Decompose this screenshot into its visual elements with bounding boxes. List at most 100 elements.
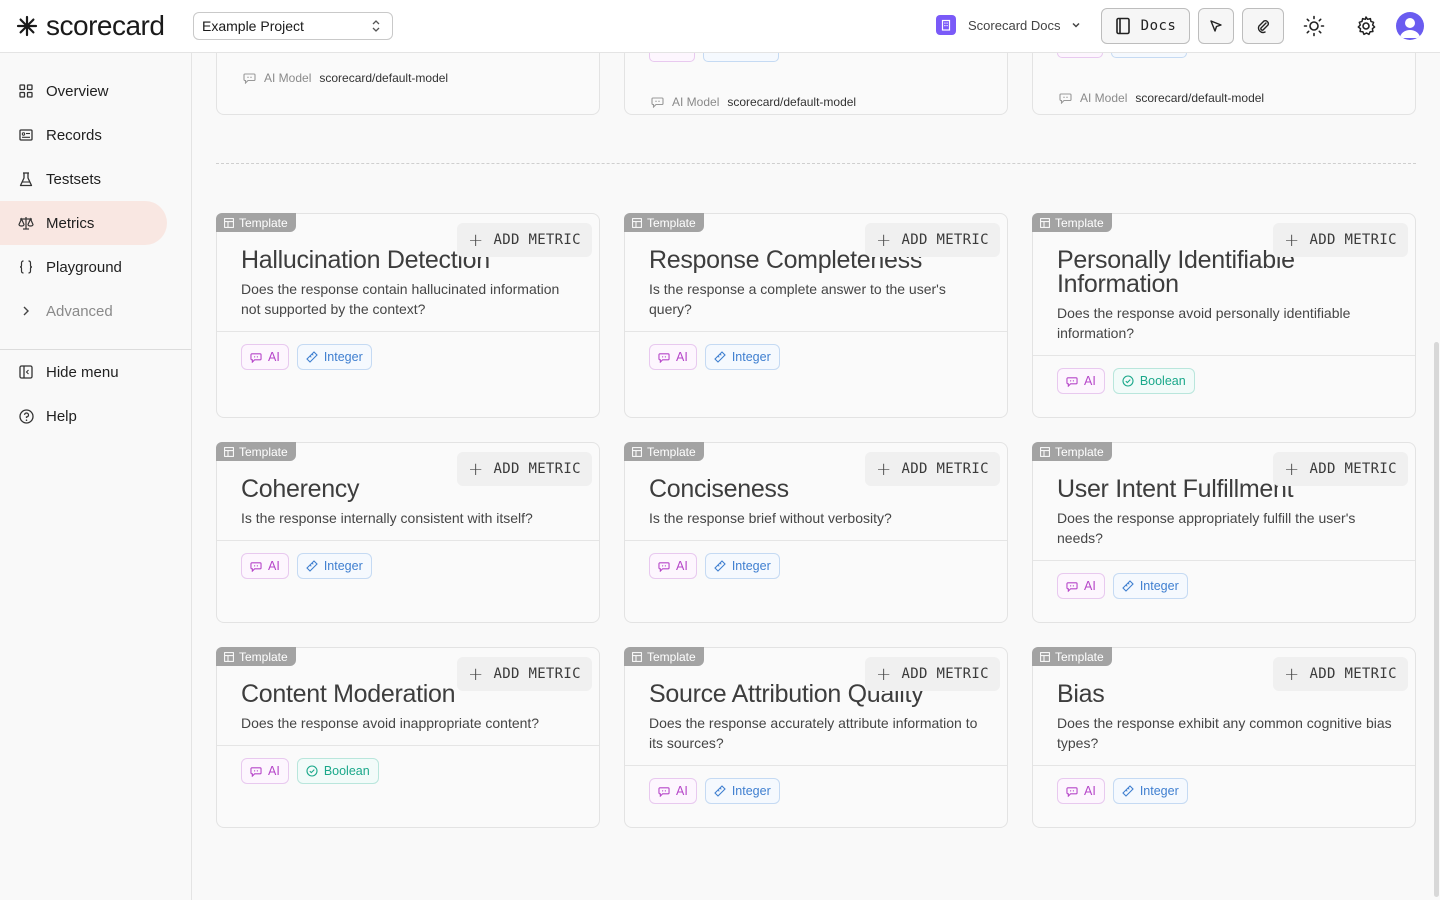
ai-badge-label: AI	[1084, 374, 1096, 388]
template-tag: Template	[216, 647, 296, 666]
add-metric-button[interactable]: + ADD METRIC	[865, 657, 1000, 691]
chevron-updown-icon	[372, 20, 380, 32]
sidebar: Overview Records Testsets Metrics Playgr…	[0, 53, 192, 900]
add-metric-button[interactable]: + ADD METRIC	[1273, 223, 1408, 257]
metric-template-card[interactable]: Template Coherency + ADD METRIC Is the re…	[216, 442, 600, 623]
ai-badge: AI	[1057, 573, 1105, 599]
bot-icon	[250, 766, 262, 777]
card-divider	[625, 331, 1007, 332]
metric-title: Content Moderation	[241, 680, 456, 708]
add-metric-button[interactable]: + ADD METRIC	[457, 657, 592, 691]
integer-badge-partial	[1111, 53, 1187, 58]
metric-badges: AI Integer	[241, 344, 380, 370]
ai-model-value: scorecard/default-model	[727, 95, 857, 109]
ai-model-row: AI Model scorecard/default-model	[651, 95, 856, 109]
type-badge-label: Integer	[323, 350, 363, 364]
template-tag: Template	[216, 442, 296, 461]
metric-badges: AI Boolean	[1057, 368, 1203, 394]
logo[interactable]: scorecard	[16, 10, 165, 41]
add-metric-button[interactable]: + ADD METRIC	[865, 223, 1000, 257]
integer-badge: Integer	[1112, 778, 1188, 804]
bot-icon	[250, 561, 262, 572]
cursor-button[interactable]	[1198, 8, 1234, 44]
ai-badge-label: AI	[268, 350, 280, 364]
metric-template-card[interactable]: Template Bias + ADD METRIC Does the respo…	[1032, 647, 1416, 828]
integer-badge-partial	[703, 53, 779, 62]
card-divider	[1033, 355, 1415, 356]
project-select[interactable]: Example Project	[193, 12, 393, 40]
metric-badges: AI Integer	[649, 344, 788, 370]
card-divider	[217, 745, 599, 746]
ai-model-label: AI Model	[264, 71, 312, 85]
template-tag: Template	[1032, 213, 1112, 232]
help-button[interactable]: Help	[0, 394, 167, 438]
book-icon	[1115, 17, 1130, 35]
template-label: Template	[239, 444, 288, 459]
add-metric-label: ADD METRIC	[901, 666, 989, 682]
card-divider	[625, 765, 1007, 766]
sidebar-item-records[interactable]: Records	[0, 113, 167, 157]
plus-icon: +	[1284, 229, 1300, 251]
metric-template-card[interactable]: Template Source Attribution Quality + ADD…	[624, 647, 1008, 828]
type-badge-label: Boolean	[323, 764, 370, 778]
metric-card-scrolled[interactable]: AI Model scorecard/default-model	[624, 53, 1008, 115]
help-icon	[18, 408, 34, 424]
theme-toggle[interactable]	[1302, 14, 1326, 38]
metric-card-scrolled[interactable]: AI Model scorecard/default-model	[1032, 53, 1416, 115]
template-tag: Template	[1032, 647, 1112, 666]
add-metric-label: ADD METRIC	[1309, 666, 1397, 682]
metric-description: Does the response avoid inappropriate co…	[241, 715, 540, 731]
plus-icon: +	[468, 458, 484, 480]
card-divider	[625, 540, 1007, 541]
attach-button[interactable]	[1242, 8, 1284, 44]
metric-description: Is the response brief without verbosity?	[649, 510, 892, 526]
user-avatar[interactable]	[1396, 12, 1424, 40]
gear-icon	[1357, 16, 1376, 36]
scrollbar-thumb[interactable]	[1434, 342, 1439, 897]
metric-description: Does the response contain hallucinated i…	[241, 281, 560, 317]
metric-badges: AI Integer	[649, 778, 788, 804]
add-metric-label: ADD METRIC	[901, 232, 989, 248]
add-metric-label: ADD METRIC	[493, 232, 581, 248]
sidebar-item-label: Overview	[46, 82, 109, 100]
plus-icon: +	[876, 229, 892, 251]
plus-icon: +	[468, 663, 484, 685]
template-icon	[1040, 446, 1050, 457]
settings-button[interactable]	[1354, 14, 1378, 38]
add-metric-button[interactable]: + ADD METRIC	[457, 223, 592, 257]
metric-title: User Intent Fulfillment	[1057, 475, 1294, 503]
ai-badge: AI	[649, 553, 697, 579]
add-metric-button[interactable]: + ADD METRIC	[1273, 452, 1408, 486]
sidebar-item-overview[interactable]: Overview	[0, 69, 167, 113]
template-tag: Template	[1032, 442, 1112, 461]
sidebar-item-testsets[interactable]: Testsets	[0, 157, 167, 201]
metric-template-card[interactable]: Template Conciseness + ADD METRIC Is the …	[624, 442, 1008, 623]
bot-icon	[243, 73, 256, 84]
metric-template-card[interactable]: Template Response Completeness + ADD METR…	[624, 213, 1008, 418]
org-switcher[interactable]: Scorecard Docs	[936, 15, 1082, 35]
hide-menu-button[interactable]: Hide menu	[0, 350, 167, 394]
docs-button[interactable]: Docs	[1101, 8, 1190, 44]
add-metric-button[interactable]: + ADD METRIC	[457, 452, 592, 486]
metric-template-card[interactable]: Template Hallucination Detection + ADD ME…	[216, 213, 600, 418]
user-icon	[1400, 18, 1420, 38]
grid-icon	[18, 83, 34, 99]
add-metric-button[interactable]: + ADD METRIC	[865, 452, 1000, 486]
integer-badge: Integer	[1112, 573, 1188, 599]
metric-template-card[interactable]: Template Content Moderation + ADD METRIC …	[216, 647, 600, 828]
metric-template-card[interactable]: Template Personally Identifiable Informa…	[1032, 213, 1416, 418]
chevron-right-icon	[18, 303, 34, 319]
metric-template-card[interactable]: Template User Intent Fulfillment + ADD ME…	[1032, 442, 1416, 623]
metric-description: Does the response accurately attribute i…	[649, 715, 978, 751]
sidebar-item-label: Testsets	[46, 170, 102, 188]
metric-card-scrolled[interactable]: AI Model scorecard/default-model	[216, 53, 600, 115]
sidebar-item-metrics[interactable]: Metrics	[0, 201, 167, 245]
sidebar-item-advanced[interactable]: Advanced	[0, 289, 167, 333]
integer-badge: Integer	[704, 553, 780, 579]
sidebar-item-playground[interactable]: Playground	[0, 245, 167, 289]
logo-text: scorecard	[46, 10, 165, 41]
bot-icon	[1059, 93, 1072, 104]
check-circle-icon	[306, 765, 318, 777]
sun-icon	[1303, 15, 1325, 37]
add-metric-button[interactable]: + ADD METRIC	[1273, 657, 1408, 691]
